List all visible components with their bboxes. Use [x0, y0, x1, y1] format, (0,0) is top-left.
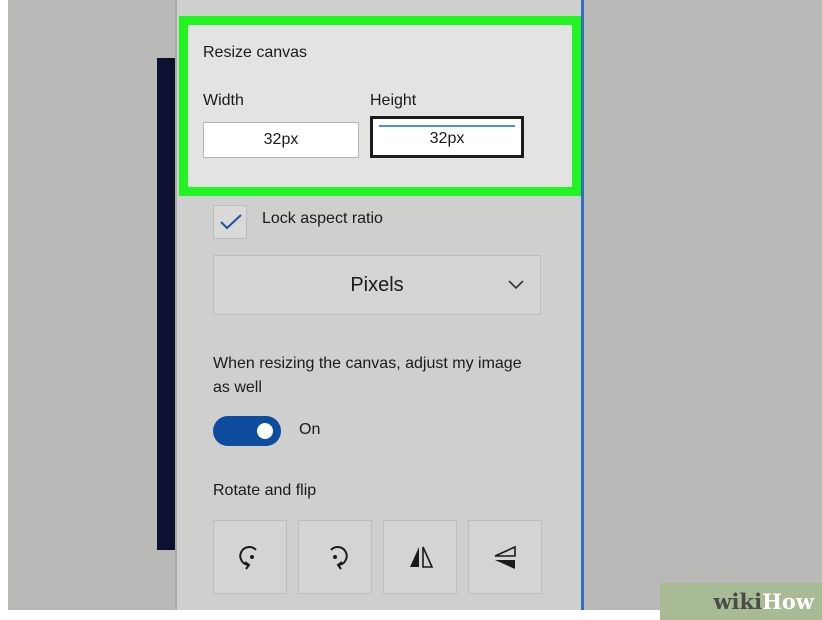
resize-image-description: When resizing the canvas, adjust my imag…: [213, 355, 522, 396]
height-input-value: 32px: [429, 130, 465, 147]
wikihow-watermark: wikiHow: [660, 583, 822, 620]
flip-horizontal-button[interactable]: [383, 520, 457, 594]
rotate-left-icon: [239, 546, 257, 570]
height-input[interactable]: 32px: [370, 116, 524, 158]
lock-aspect-label: Lock aspect ratio: [262, 210, 383, 227]
rotate-right-icon: [330, 546, 348, 570]
focus-underline: [379, 125, 515, 127]
lock-aspect-checkbox[interactable]: [213, 205, 247, 239]
resize-canvas-title: Resize canvas: [203, 44, 308, 61]
width-label: Width: [203, 92, 244, 109]
toggle-state-label: On: [299, 421, 321, 438]
units-dropdown[interactable]: Pixels: [213, 255, 541, 315]
rotate-flip-title: Rotate and flip: [213, 482, 317, 499]
rotate-left-button[interactable]: [213, 520, 287, 594]
flip-vertical-button[interactable]: [468, 520, 542, 594]
toggle-knob: [257, 423, 273, 439]
rotate-right-button[interactable]: [298, 520, 372, 594]
watermark-part-a: wiki: [713, 589, 763, 614]
units-dropdown-value: Pixels: [350, 274, 404, 296]
canvas-settings-panel: Resize canvas Width Height 32px 32px Loc…: [175, 0, 584, 610]
screenshot-frame: Resize canvas Width Height 32px 32px Loc…: [8, 0, 822, 610]
checkmark-icon: [220, 214, 242, 230]
chevron-down-icon: [508, 280, 524, 290]
canvas-edge: [157, 58, 177, 550]
watermark-part-b: How: [762, 589, 814, 614]
flip-vertical-icon: [494, 545, 516, 569]
width-input[interactable]: 32px: [203, 122, 359, 158]
height-label: Height: [370, 92, 417, 109]
flip-horizontal-icon: [410, 546, 434, 568]
resize-image-toggle[interactable]: [213, 416, 281, 446]
